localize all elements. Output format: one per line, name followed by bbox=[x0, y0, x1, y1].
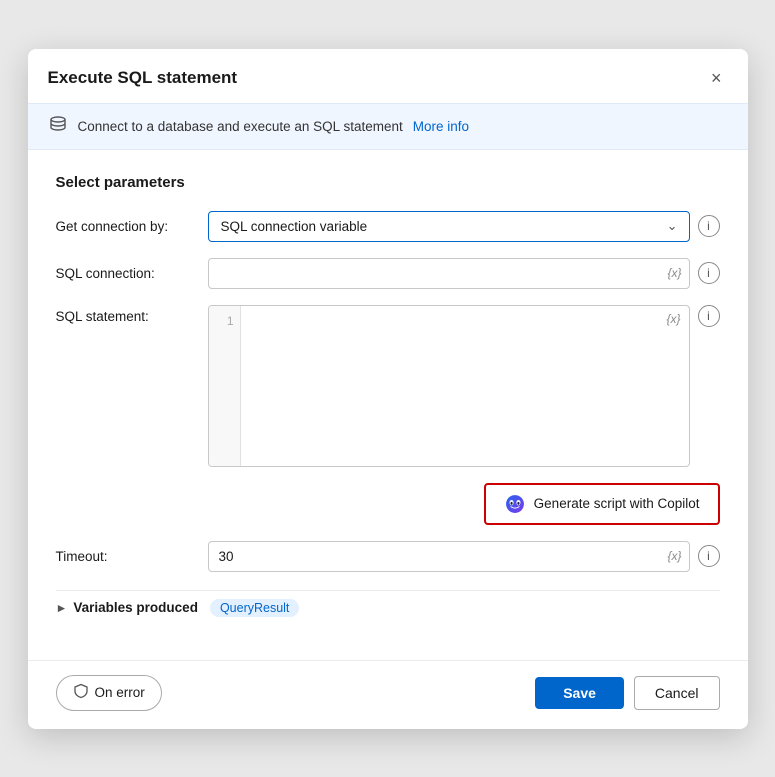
section-title: Select parameters bbox=[56, 174, 720, 191]
connection-by-row: Get connection by: SQL connection variab… bbox=[56, 211, 720, 242]
info-banner: Connect to a database and execute an SQL… bbox=[28, 103, 748, 150]
save-button[interactable]: Save bbox=[535, 677, 624, 709]
dialog-title: Execute SQL statement bbox=[48, 68, 238, 88]
sql-connection-info-icon[interactable]: i bbox=[698, 262, 720, 284]
variables-produced-label: Variables produced bbox=[73, 600, 198, 615]
connection-by-control: SQL connection variable ⌄ i bbox=[208, 211, 720, 242]
sql-statement-textarea[interactable] bbox=[241, 306, 689, 466]
sql-textarea-container: 1 {x} bbox=[208, 305, 690, 467]
line-numbers: 1 bbox=[209, 306, 241, 466]
sql-statement-var-badge: {x} bbox=[666, 312, 680, 326]
dialog-footer: On error Save Cancel bbox=[28, 660, 748, 729]
timeout-label: Timeout: bbox=[56, 541, 196, 564]
execute-sql-dialog: Execute SQL statement × Connect to a dat… bbox=[28, 49, 748, 729]
sql-connection-row: SQL connection: {x} i bbox=[56, 258, 720, 289]
sql-connection-input-wrapper: {x} bbox=[208, 258, 690, 289]
shield-icon bbox=[73, 683, 89, 703]
sql-connection-input[interactable] bbox=[208, 258, 690, 289]
info-banner-text: Connect to a database and execute an SQL… bbox=[78, 119, 403, 134]
more-info-link[interactable]: More info bbox=[413, 119, 469, 134]
variables-produced-row: ► Variables produced QueryResult bbox=[56, 590, 720, 625]
footer-left: On error bbox=[56, 675, 162, 711]
timeout-input[interactable] bbox=[208, 541, 690, 572]
footer-right: Save Cancel bbox=[535, 676, 719, 710]
copilot-button-label: Generate script with Copilot bbox=[534, 496, 700, 511]
variables-produced-toggle[interactable]: ► Variables produced bbox=[56, 600, 198, 615]
timeout-info-icon[interactable]: i bbox=[698, 545, 720, 567]
on-error-label: On error bbox=[95, 685, 145, 700]
timeout-var-badge: {x} bbox=[667, 549, 681, 563]
sql-statement-row: SQL statement: 1 {x} i bbox=[56, 305, 720, 467]
generate-copilot-button[interactable]: Generate script with Copilot bbox=[484, 483, 720, 525]
dialog-header: Execute SQL statement × bbox=[28, 49, 748, 103]
dialog-body: Select parameters Get connection by: SQL… bbox=[28, 150, 748, 660]
connection-by-select-wrapper: SQL connection variable ⌄ bbox=[208, 211, 690, 242]
database-icon bbox=[48, 114, 68, 139]
timeout-input-wrapper: {x} bbox=[208, 541, 690, 572]
connection-by-info-icon[interactable]: i bbox=[698, 215, 720, 237]
line-number-1: 1 bbox=[227, 312, 234, 331]
variables-chevron-icon: ► bbox=[56, 601, 68, 615]
timeout-row: Timeout: {x} i bbox=[56, 541, 720, 572]
on-error-button[interactable]: On error bbox=[56, 675, 162, 711]
sql-statement-info-icon[interactable]: i bbox=[698, 305, 720, 327]
sql-connection-var-badge: {x} bbox=[667, 266, 681, 280]
sql-connection-label: SQL connection: bbox=[56, 258, 196, 281]
close-button[interactable]: × bbox=[705, 65, 728, 91]
query-result-badge: QueryResult bbox=[210, 599, 299, 617]
timeout-control: {x} i bbox=[208, 541, 720, 572]
copilot-row: Generate script with Copilot bbox=[56, 483, 720, 525]
connection-by-label: Get connection by: bbox=[56, 211, 196, 234]
sql-connection-control: {x} i bbox=[208, 258, 720, 289]
sql-statement-control: 1 {x} i bbox=[208, 305, 720, 467]
sql-statement-label: SQL statement: bbox=[56, 305, 196, 324]
copilot-icon bbox=[504, 493, 526, 515]
cancel-button[interactable]: Cancel bbox=[634, 676, 720, 710]
connection-by-select[interactable]: SQL connection variable bbox=[208, 211, 690, 242]
